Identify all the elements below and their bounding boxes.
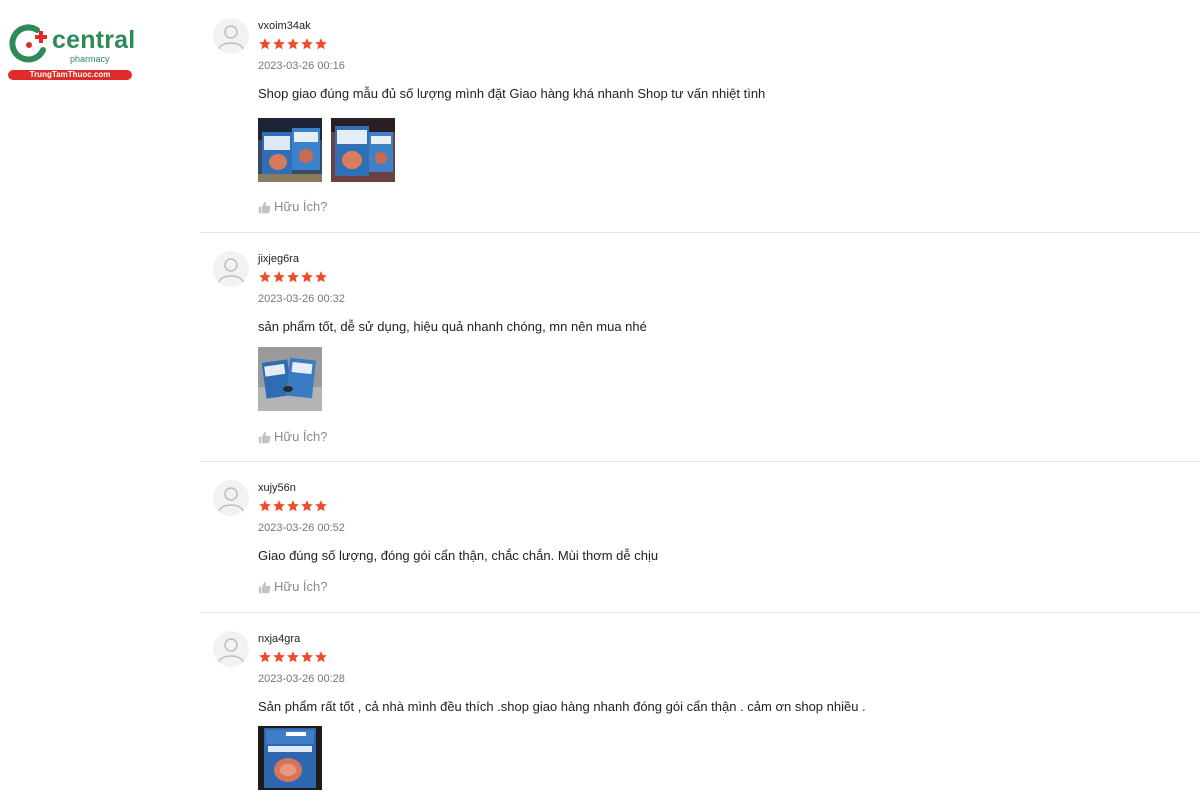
- review-photo[interactable]: [331, 118, 395, 182]
- brand-subtitle: pharmacy: [70, 54, 110, 64]
- star-icon: [315, 38, 327, 50]
- star-icon: [287, 500, 299, 512]
- thumbs-up-icon: [258, 431, 271, 443]
- review-text: sản phẩm tốt, dễ sử dụng, hiệu quả nhanh…: [258, 319, 647, 334]
- star-icon: [287, 271, 299, 283]
- brand-logo[interactable]: central pharmacy TrungTamThuoc.com: [7, 22, 137, 82]
- star-rating: [258, 37, 328, 51]
- star-icon: [301, 651, 313, 663]
- review-username: nxja4gra: [258, 633, 301, 645]
- thumbs-up-icon: [258, 581, 271, 593]
- star-icon: [273, 38, 285, 50]
- star-icon: [273, 651, 285, 663]
- star-icon: [287, 651, 299, 663]
- star-icon: [259, 38, 271, 50]
- review-text: Sản phẩm rất tốt , cả nhà mình đều thích…: [258, 699, 866, 714]
- star-icon: [315, 271, 327, 283]
- review-photo[interactable]: [258, 347, 322, 411]
- star-icon: [301, 271, 313, 283]
- star-icon: [315, 651, 327, 663]
- review-date: 2023-03-26 00:52: [258, 522, 345, 534]
- user-icon: [218, 25, 244, 50]
- review-username: jixjeg6ra: [258, 253, 299, 265]
- review-text: Shop giao đúng mẫu đủ số lượng mình đặt …: [258, 86, 766, 101]
- review-item: jixjeg6ra 2023-03-26 00:32 sản phẩm tốt,…: [200, 233, 1200, 462]
- central-pharmacy-logo-mark: [9, 24, 47, 63]
- star-icon: [259, 500, 271, 512]
- avatar[interactable]: [213, 18, 249, 54]
- helpful-button[interactable]: Hữu Ích?: [258, 579, 328, 595]
- star-icon: [287, 38, 299, 50]
- user-icon: [218, 638, 244, 663]
- avatar[interactable]: [213, 251, 249, 287]
- review-item: xujy56n 2023-03-26 00:52 Giao đúng số lư…: [200, 462, 1200, 613]
- avatar[interactable]: [213, 631, 249, 667]
- star-icon: [301, 38, 313, 50]
- review-item: vxoim34ak 2023-03-26 00:16 Shop giao đún…: [200, 0, 1200, 233]
- review-photos: [258, 118, 395, 182]
- helpful-label: Hữu Ích?: [274, 429, 328, 444]
- star-icon: [315, 500, 327, 512]
- user-icon: [218, 258, 244, 283]
- star-rating: [258, 650, 328, 664]
- review-photos: [258, 726, 322, 790]
- star-rating: [258, 270, 328, 284]
- star-rating: [258, 499, 328, 513]
- avatar[interactable]: [213, 480, 249, 516]
- review-item: nxja4gra 2023-03-26 00:28 Sản phẩm rất t…: [200, 613, 1200, 802]
- star-icon: [259, 271, 271, 283]
- helpful-button[interactable]: Hữu Ích?: [258, 199, 328, 215]
- review-date: 2023-03-26 00:28: [258, 673, 345, 685]
- star-icon: [301, 500, 313, 512]
- brand-name: central: [52, 26, 136, 54]
- helpful-button[interactable]: Hữu Ích?: [258, 429, 328, 445]
- star-icon: [273, 271, 285, 283]
- review-photo[interactable]: [258, 726, 322, 790]
- helpful-label: Hữu Ích?: [274, 579, 328, 594]
- thumbs-up-icon: [258, 201, 271, 213]
- review-username: vxoim34ak: [258, 20, 311, 32]
- star-icon: [273, 500, 285, 512]
- brand-url-badge: TrungTamThuoc.com: [8, 70, 132, 80]
- review-list: vxoim34ak 2023-03-26 00:16 Shop giao đún…: [200, 0, 1200, 802]
- review-date: 2023-03-26 00:32: [258, 293, 345, 305]
- user-icon: [218, 487, 244, 512]
- star-icon: [259, 651, 271, 663]
- review-date: 2023-03-26 00:16: [258, 60, 345, 72]
- review-username: xujy56n: [258, 482, 296, 494]
- review-text: Giao đúng số lượng, đóng gói cẩn thận, c…: [258, 548, 659, 563]
- review-photo[interactable]: [258, 118, 322, 182]
- helpful-label: Hữu Ích?: [274, 199, 328, 214]
- review-photos: [258, 347, 322, 411]
